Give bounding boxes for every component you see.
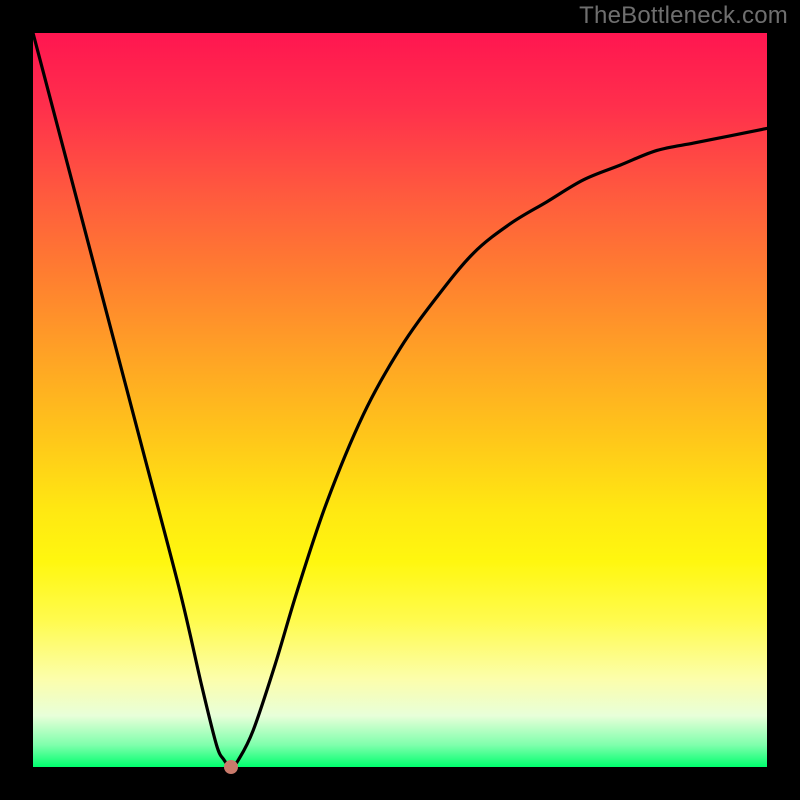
plot-area [33,33,767,767]
watermark-text: TheBottleneck.com [579,2,788,30]
optimal-point-marker [224,760,238,774]
bottleneck-curve [33,33,767,767]
chart-frame: TheBottleneck.com [0,0,800,800]
